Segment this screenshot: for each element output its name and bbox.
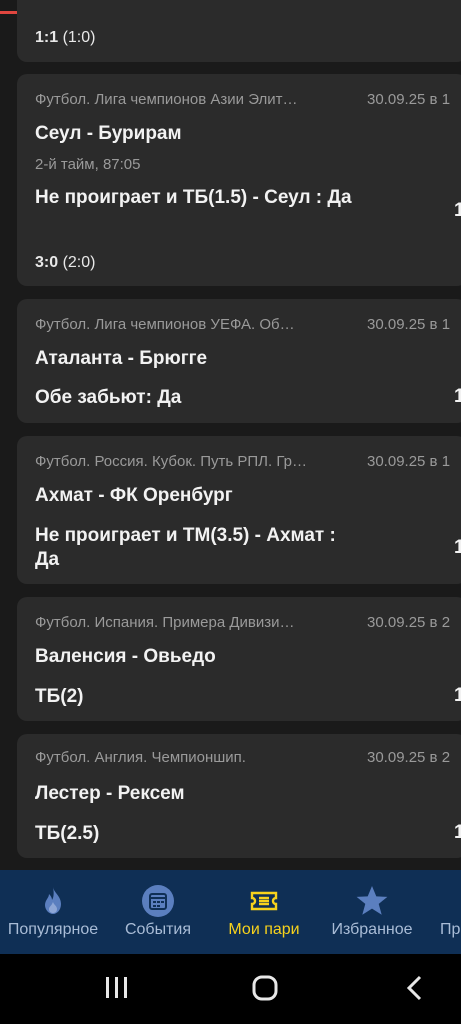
event-date: 30.09.25 в 1 xyxy=(367,453,451,470)
bet-description: Не проиграет и ТБ(1.5) - Сеул : Да xyxy=(35,187,352,208)
event-date: 30.09.25 в 2 xyxy=(367,614,451,631)
bet-card[interactable]: Футбол. Англия. Чемпионшип. 30.09.25 в 2… xyxy=(17,734,461,858)
recent-apps-icon[interactable] xyxy=(103,972,131,1004)
event-date: 30.09.25 в 1 xyxy=(367,91,451,108)
bottom-nav: Популярное События Мои пари Избранное Пр xyxy=(0,870,461,954)
nav-label: Избранное xyxy=(331,921,413,938)
bet-card[interactable]: Футбол. Россия. Кубок. Путь РПЛ. Гр… 30.… xyxy=(17,436,461,584)
system-nav-bar xyxy=(0,954,461,1024)
match-title: Сеул - Бурирам xyxy=(35,123,182,144)
ticket-icon xyxy=(250,891,278,911)
match-title: Лестер - Рексем xyxy=(35,783,185,804)
match-title: Аталанта - Брюгге xyxy=(35,348,208,369)
nav-item-favorites[interactable]: Избранное xyxy=(318,870,426,954)
bet-card[interactable]: Футбол. Лига чемпионов УЕФА. Об… 30.09.2… xyxy=(17,299,461,423)
bet-card[interactable]: Футбол. Лига чемпионов Азии Элит… 30.09.… xyxy=(17,74,461,286)
bet-description: ТБ(2) xyxy=(35,686,84,707)
league-name: Футбол. Лига чемпионов УЕФА. Об… xyxy=(35,316,295,333)
nav-item-popular[interactable]: Популярное xyxy=(0,870,106,954)
bet-coefficient: 1 xyxy=(454,386,461,407)
event-date: 30.09.25 в 1 xyxy=(367,316,451,333)
bet-coefficient: 1 xyxy=(454,822,461,843)
bet-card-partial[interactable]: 1:1 (1:0) xyxy=(17,0,461,62)
home-icon[interactable] xyxy=(250,972,282,1004)
event-date: 30.09.25 в 2 xyxy=(367,749,451,766)
bet-description: Обе забьют: Да xyxy=(35,387,182,408)
bet-description: Не проиграет и ТМ(3.5) - Ахмат : Да xyxy=(35,525,336,570)
bet-card[interactable]: Футбол. Испания. Примера Дивизи… 30.09.2… xyxy=(17,597,461,721)
nav-label: Мои пари xyxy=(228,921,300,938)
league-name: Футбол. Россия. Кубок. Путь РПЛ. Гр… xyxy=(35,453,307,470)
bet-coefficient: 1 xyxy=(454,200,461,221)
bet-coefficient: 1 xyxy=(454,537,461,558)
calendar-icon xyxy=(142,885,174,917)
bet-description: ТБ(2.5) xyxy=(35,823,100,844)
league-name: Футбол. Англия. Чемпионшип. xyxy=(35,749,246,766)
score-half: (1:0) xyxy=(62,29,96,46)
bet-coefficient: 1 xyxy=(454,685,461,706)
match-title: Ахмат - ФК Оренбург xyxy=(35,485,233,506)
match-time: 2-й тайм, 87:05 xyxy=(35,156,141,173)
nav-label: Популярное xyxy=(7,921,99,938)
league-name: Футбол. Лига чемпионов Азии Элит… xyxy=(35,91,298,108)
score-half: (2:0) xyxy=(62,254,96,271)
score: 3:0 (2:0) xyxy=(35,254,95,272)
nav-item-events[interactable]: События xyxy=(106,870,210,954)
match-title: Валенсия - Овьедо xyxy=(35,646,216,667)
flame-icon xyxy=(45,887,61,914)
nav-item-my-bets[interactable]: Мои пари xyxy=(210,870,318,954)
nav-label: Пр xyxy=(440,921,461,938)
back-icon[interactable] xyxy=(402,972,426,1004)
nav-item-more[interactable]: Пр xyxy=(426,870,461,954)
league-name: Футбол. Испания. Примера Дивизи… xyxy=(35,614,295,631)
nav-label: События xyxy=(124,921,192,938)
score-main: 3:0 xyxy=(35,254,59,271)
star-icon xyxy=(356,886,388,915)
score-main: 1:1 xyxy=(35,29,59,46)
score: 1:1 (1:0) xyxy=(35,29,95,47)
